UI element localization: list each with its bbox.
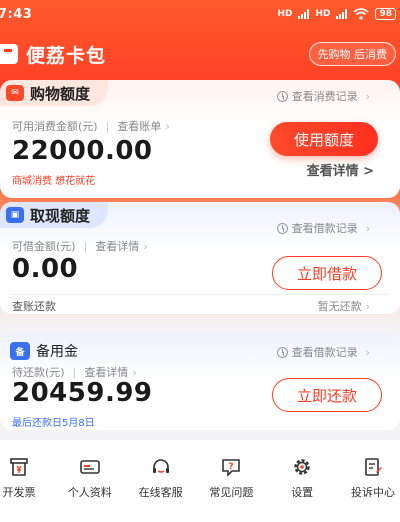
reserve-fund-card: 备 备用金 查看借款记录 › 待还款(元) | 查看详情 › 20459.99 最后还… — [0, 334, 400, 430]
shopping-subtext: 商城消费 想花就花 — [12, 176, 96, 187]
nav-settings[interactable]: 设置 — [269, 456, 335, 500]
logo-icon — [0, 44, 18, 64]
no-repayment-status[interactable]: 暂无还款 › — [318, 298, 370, 314]
invoice-icon — [10, 458, 28, 476]
nav-invoice-label: 开发票 — [2, 486, 36, 499]
nav-settings-label: 设置 — [291, 486, 314, 499]
check-repay-link[interactable]: 查账还款 — [12, 298, 56, 314]
complaint-icon — [365, 458, 382, 476]
cash-loan-record-label: 查看借款记录 — [291, 222, 358, 235]
available-amount: 22000.00 — [12, 136, 153, 166]
available-amount-label: 可用消费金额(元) — [12, 120, 98, 133]
wallet-icon: ✉ — [6, 85, 24, 101]
use-quota-button[interactable]: 使用额度 — [270, 122, 378, 156]
nav-invoice[interactable]: 开发票 — [0, 456, 52, 500]
battery-icon: 98 — [375, 8, 396, 20]
consumption-record-label: 查看消费记录 — [291, 90, 358, 103]
wifi-icon — [353, 8, 370, 20]
shopping-quota-title: 购物额度 — [30, 84, 91, 103]
nav-profile-label: 个人资料 — [67, 486, 112, 499]
pending-repay-amount: 20459.99 — [12, 378, 153, 408]
nav-complaints-label: 投诉中心 — [350, 486, 395, 499]
cash-icon: ▣ — [6, 207, 24, 223]
shopping-quota-card: ✉ 购物额度 查看消费记录 › 可用消费金额(元) | 查看账单 › 22000.00… — [0, 80, 400, 198]
reserve-fund-tab: 备 备用金 — [0, 338, 96, 364]
nav-customer-service[interactable]: 在线客服 — [128, 456, 194, 500]
cash-footer-divider — [10, 294, 390, 295]
chevron-right-icon: › — [365, 89, 370, 103]
status-icons: HD HD 98 — [277, 8, 396, 20]
view-bill-link[interactable]: 查看账单 — [117, 120, 161, 133]
status-time: 7:43 — [0, 6, 33, 22]
nav-complaints[interactable]: 投诉中心 — [340, 456, 400, 500]
clock-icon — [276, 90, 288, 102]
brand: 便荔卡包 — [0, 41, 106, 68]
shopping-details-link[interactable]: 查看详情 > — [307, 160, 374, 179]
headset-icon — [152, 459, 169, 473]
clock-icon — [276, 346, 288, 358]
network-label-2: HD — [315, 9, 331, 19]
cash-loan-record-link[interactable]: 查看借款记录 › — [276, 220, 370, 236]
shopping-quota-tab: ✉ 购物额度 — [0, 80, 109, 106]
reserve-loan-record-link[interactable]: 查看借款记录 › — [276, 344, 370, 360]
bottom-nav: 开发票 个人资料 在线客服 ? 常见问题 设置 投诉中心 — [0, 440, 400, 522]
chevron-right-icon: › — [365, 221, 370, 235]
borrowable-row: 可借金额(元) | 查看详情 › — [12, 240, 148, 253]
network-label-1: HD — [277, 9, 293, 19]
gear-icon — [294, 459, 310, 475]
borrowable-amount: 0.00 — [12, 254, 79, 284]
reserve-icon: 备 — [10, 342, 30, 360]
cash-quota-card: ▣ 取现额度 查看借款记录 › 可借金额(元) | 查看详情 › 0.00 立即借款 … — [0, 202, 400, 314]
signal-icon — [298, 9, 310, 19]
slogan-badge: 先购物 后消费 — [308, 42, 396, 66]
nav-profile[interactable]: 个人资料 — [57, 456, 123, 500]
reserve-loan-record-label: 查看借款记录 — [291, 346, 358, 359]
status-bar: 7:43 HD HD 98 — [0, 0, 400, 28]
chevron-right-icon: › — [365, 345, 370, 359]
svg-text:?: ? — [229, 462, 234, 472]
nav-faq[interactable]: ? 常见问题 — [198, 456, 264, 500]
last-repay-date: 最后还款日5月8日 — [12, 418, 95, 429]
borrowable-label: 可借金额(元) — [12, 240, 76, 253]
signal-icon-2 — [336, 9, 348, 19]
borrow-now-button[interactable]: 立即借款 — [272, 256, 382, 290]
app-header: 便荔卡包 先购物 后消费 — [0, 34, 400, 74]
cash-quota-title: 取现额度 — [30, 206, 91, 225]
nav-faq-label: 常见问题 — [209, 486, 254, 499]
repay-now-button[interactable]: 立即还款 — [272, 378, 382, 412]
id-card-icon — [79, 460, 100, 474]
available-amount-row: 可用消费金额(元) | 查看账单 › — [12, 120, 170, 133]
cash-details-link[interactable]: 查看详情 — [95, 240, 139, 253]
clock-icon — [276, 222, 288, 234]
faq-icon: ? — [222, 459, 241, 477]
reserve-fund-title: 备用金 — [36, 344, 78, 360]
nav-customer-service-label: 在线客服 — [138, 486, 183, 499]
app-name: 便荔卡包 — [26, 44, 107, 67]
cash-quota-tab: ▣ 取现额度 — [0, 202, 109, 228]
consumption-record-link[interactable]: 查看消费记录 › — [276, 88, 370, 104]
